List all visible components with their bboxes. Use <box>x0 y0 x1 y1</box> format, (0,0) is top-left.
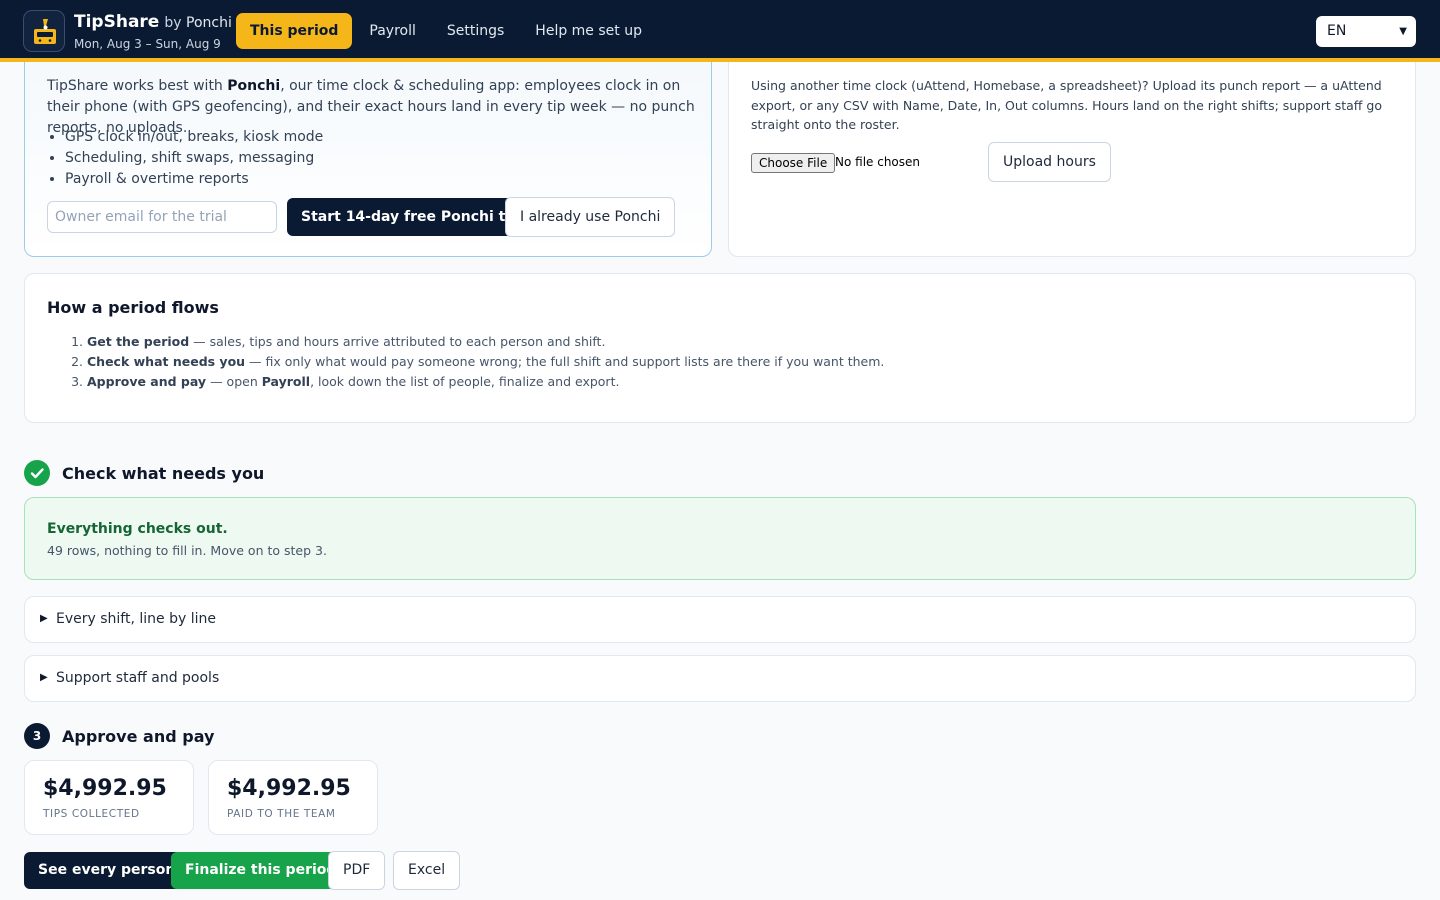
finalize-period-button[interactable]: Finalize this period <box>171 852 351 889</box>
step-number-badge: 3 <box>24 723 50 749</box>
nav-help-setup[interactable]: Help me set up <box>521 13 656 49</box>
support-staff-details-label: Support staff and pools <box>56 670 220 686</box>
check-step-heading: Check what needs you <box>24 460 264 486</box>
nav-payroll[interactable]: Payroll <box>355 13 429 49</box>
ponchi-promo-card: TipShare works best with Ponchi, our tim… <box>24 40 712 257</box>
status-title: Everything checks out. <box>47 521 228 537</box>
flow-steps: Get the period — sales, tips and hours a… <box>87 332 884 392</box>
disclosure-triangle-icon: ▶ <box>40 613 48 624</box>
language-value: EN <box>1327 23 1347 39</box>
file-status: No file chosen <box>835 155 921 169</box>
language-select[interactable]: EN ▼ <box>1316 16 1416 47</box>
approve-step-title: Approve and pay <box>62 726 215 746</box>
choose-file-button[interactable]: Choose File <box>751 153 836 173</box>
app-name: TipShare <box>74 12 160 32</box>
upload-description: Using another time clock (uAttend, Homeb… <box>751 78 1382 132</box>
flow-step: Get the period — sales, tips and hours a… <box>87 332 884 352</box>
status-ok-card: Everything checks out. 49 rows, nothing … <box>24 497 1416 580</box>
paid-to-team-label: PAID TO THE TEAM <box>227 808 336 820</box>
tips-collected-label: TIPS COLLECTED <box>43 808 140 820</box>
nav-settings[interactable]: Settings <box>433 13 518 49</box>
list-item: GPS clock in/out, breaks, kiosk mode <box>65 127 323 148</box>
owner-email-input[interactable]: Owner email for the trial <box>47 201 277 233</box>
tips-collected-value: $4,992.95 <box>43 776 167 801</box>
brand-byline: by Ponchi <box>164 15 232 31</box>
checkmark-icon <box>24 460 50 486</box>
ponchi-feature-list: GPS clock in/out, breaks, kiosk mode Sch… <box>65 127 323 190</box>
period-flow-card: How a period flows Get the period — sale… <box>24 273 1416 423</box>
already-use-ponchi-button[interactable]: I already use Ponchi <box>505 197 676 237</box>
export-pdf-button[interactable]: PDF <box>328 851 386 890</box>
upload-hours-card: Using another time clock (uAttend, Homeb… <box>728 40 1416 257</box>
flow-step: Approve and pay — open Payroll, look dow… <box>87 372 884 392</box>
list-item: Scheduling, shift swaps, messaging <box>65 148 323 169</box>
see-every-person-button[interactable]: See every person <box>24 852 190 889</box>
brand: TipShare by Ponchi <box>74 12 232 32</box>
status-subtitle: 49 rows, nothing to fill in. Move on to … <box>47 543 327 558</box>
flow-step: Check what needs you — fix only what wou… <box>87 352 884 372</box>
flow-title: How a period flows <box>47 298 219 317</box>
disclosure-triangle-icon: ▶ <box>40 672 48 683</box>
list-item: Payroll & overtime reports <box>65 169 323 190</box>
top-bar: TipShare by Ponchi Mon, Aug 3 – Sun, Aug… <box>0 0 1440 62</box>
approve-step-heading: 3 Approve and pay <box>24 723 214 749</box>
shifts-details-label: Every shift, line by line <box>56 611 216 627</box>
nav-this-period[interactable]: This period <box>236 13 353 49</box>
check-step-title: Check what needs you <box>62 463 265 483</box>
tip-jar-logo-icon[interactable] <box>23 10 65 52</box>
period-dates: Mon, Aug 3 – Sun, Aug 9 <box>74 37 221 51</box>
chevron-down-icon: ▼ <box>1399 26 1407 37</box>
shifts-details-toggle[interactable]: ▶ Every shift, line by line <box>24 596 1416 643</box>
main-nav: This period Payroll Settings Help me set… <box>236 13 659 49</box>
upload-hours-button[interactable]: Upload hours <box>988 142 1111 182</box>
paid-to-team-value: $4,992.95 <box>227 776 351 801</box>
support-staff-details-toggle[interactable]: ▶ Support staff and pools <box>24 655 1416 702</box>
paid-to-team-stat: $4,992.95 PAID TO THE TEAM <box>208 760 378 835</box>
tips-collected-stat: $4,992.95 TIPS COLLECTED <box>24 760 194 835</box>
export-excel-button[interactable]: Excel <box>393 851 461 890</box>
